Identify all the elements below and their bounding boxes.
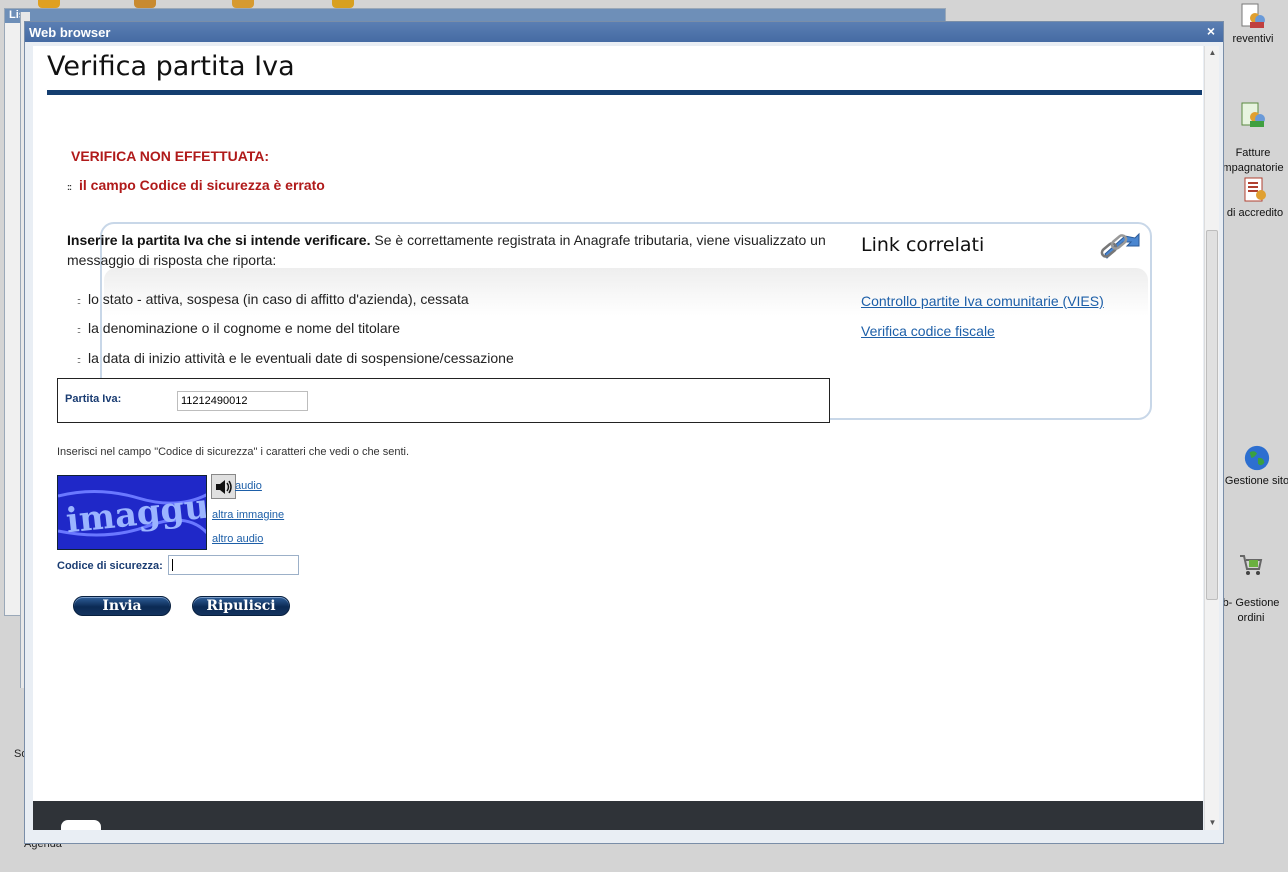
window-title: Web browser [29, 25, 111, 40]
desktop-icon-label: reventivi [1232, 33, 1274, 45]
error-heading: VERIFICA NON EFFETTUATA: [71, 148, 270, 164]
intro-bold: Inserire la partita Iva che si intende v… [67, 232, 371, 248]
list-item-text: la denominazione o il cognome e nome del… [88, 320, 401, 336]
people-document-icon [1239, 101, 1267, 129]
globe-icon [1243, 444, 1271, 472]
list-item: :: la data di inizio attività e le eventu… [77, 350, 514, 366]
vertical-scrollbar[interactable]: ▲ ▼ [1204, 46, 1219, 830]
related-links-title: Link correlati [861, 234, 985, 256]
browser-viewport: Verifica partita Iva VERIFICA NON EFFETT… [33, 46, 1203, 830]
desktop-icon-gestione-sito[interactable]: Gestione sito [1222, 444, 1288, 489]
bullet-icon: :: [77, 355, 81, 365]
scroll-down-icon[interactable]: ▼ [1205, 816, 1220, 830]
error-message: :: il campo Codice di sicurezza è errato [67, 177, 325, 193]
page-title: Verifica partita Iva [47, 51, 295, 82]
other-audio-link[interactable]: altro audio [212, 533, 263, 545]
footer-tab [61, 820, 101, 830]
desktop-icon-accredito[interactable]: di accredito [1220, 176, 1288, 221]
link-verifica-codice-fiscale[interactable]: Verifica codice fiscale [861, 323, 995, 339]
error-message-text: il campo Codice di sicurezza è errato [79, 177, 325, 193]
intro-text: Inserire la partita Iva che si intende v… [67, 230, 837, 270]
link-vies[interactable]: Controllo partite Iva comunitarie (VIES) [861, 293, 1104, 309]
list-item-text: la data di inizio attività e le eventual… [88, 350, 514, 366]
window-titlebar[interactable]: Web browser × [25, 22, 1223, 42]
desktop-icon-preventivi[interactable]: reventivi [1218, 2, 1288, 47]
piva-input[interactable] [177, 391, 308, 411]
app-icon [332, 0, 354, 8]
list-item-text: lo stato - attiva, sospesa (in caso di a… [88, 291, 469, 307]
piva-form: Partita Iva: [57, 378, 830, 423]
link-chain-icon [1095, 224, 1145, 268]
close-icon[interactable]: × [1207, 23, 1215, 39]
piva-label: Partita Iva: [65, 393, 122, 405]
document-list-icon [1241, 176, 1269, 204]
list-item: :: la denominazione o il cognome e nome d… [77, 320, 400, 336]
bullet-icon: :: [67, 182, 72, 192]
speaker-icon[interactable] [211, 474, 236, 499]
web-browser-window: Web browser × Verifica partita Iva VERIF… [24, 21, 1224, 844]
captcha-text: imaggu [64, 487, 207, 542]
cart-icon [1237, 551, 1265, 579]
bullet-icon: :: [77, 296, 81, 306]
people-document-icon [1239, 2, 1267, 30]
bullet-icon: :: [77, 325, 81, 335]
app-icon [38, 0, 60, 8]
captcha-image: imaggu [57, 475, 207, 550]
app-icon [134, 0, 156, 8]
security-code-label: Codice di sicurezza: [57, 560, 163, 572]
app-icon [232, 0, 254, 8]
page-footer [33, 801, 1203, 830]
other-image-link[interactable]: altra immagine [212, 509, 284, 521]
captcha-instructions: Inserisci nel campo "Codice di sicurezza… [57, 446, 410, 458]
desktop-icon-label: b- Gestione ordini [1222, 597, 1280, 624]
reset-button[interactable]: Ripulisci [192, 596, 290, 616]
list-item: :: lo stato - attiva, sospesa (in caso di… [77, 291, 469, 307]
submit-button[interactable]: Invia [73, 596, 171, 616]
security-code-input[interactable] [168, 555, 299, 575]
desktop-icon-label: di accredito [1226, 207, 1284, 219]
scrollbar-thumb[interactable] [1206, 230, 1218, 600]
desktop-icon-gestione-ordini[interactable]: b- Gestione ordini [1216, 536, 1286, 641]
title-divider [47, 90, 1202, 95]
audio-link[interactable]: audio [235, 480, 262, 492]
scroll-up-icon[interactable]: ▲ [1205, 46, 1220, 60]
desktop-icon-label: Fatture mpagnatorie [1222, 147, 1284, 174]
desktop-icon-label: Gestione sito [1224, 475, 1288, 487]
